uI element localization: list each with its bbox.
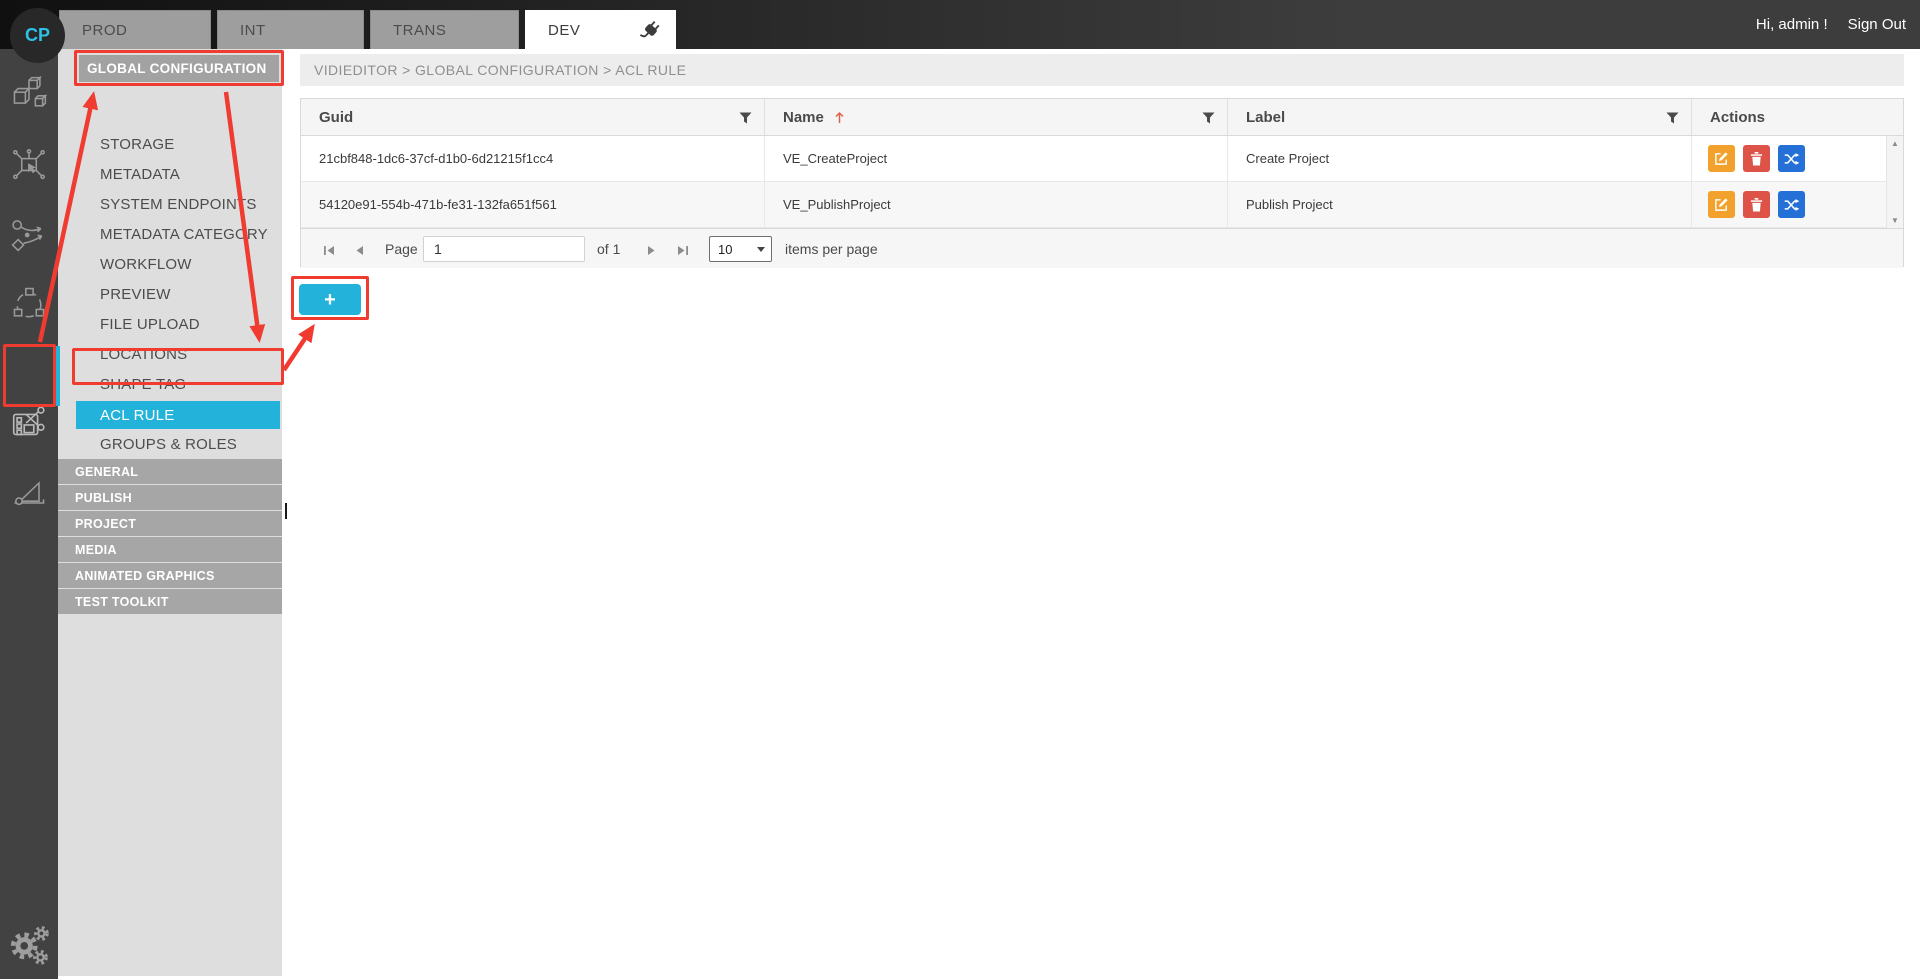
next-page-button[interactable] <box>647 243 657 261</box>
cell-actions <box>1692 182 1888 228</box>
column-label: Actions <box>1710 109 1765 126</box>
env-tab-dev[interactable]: DEV <box>525 10 676 49</box>
editor-icon[interactable] <box>7 402 51 446</box>
tab-label: PROD <box>82 22 127 39</box>
text-cursor-artifact <box>285 503 287 519</box>
sign-out-link[interactable]: Sign Out <box>1848 16 1906 33</box>
column-label: Guid <box>319 109 353 126</box>
first-page-button[interactable] <box>323 243 335 261</box>
edit-button[interactable] <box>1708 191 1735 218</box>
nav-item-locations[interactable]: LOCATIONS <box>100 343 187 365</box>
plug-icon <box>639 20 661 46</box>
env-tab-prod[interactable]: PROD <box>59 10 211 49</box>
workflow-icon[interactable] <box>7 213 51 257</box>
page-number-input[interactable] <box>423 236 585 262</box>
nav-item-metadata[interactable]: METADATA <box>100 163 180 185</box>
sort-asc-icon <box>834 111 845 124</box>
cell-guid: 54120e91-554b-471b-fe31-132fa651f561 <box>301 182 765 228</box>
nav-item-groups-roles[interactable]: GROUPS & ROLES <box>100 433 237 455</box>
shuffle-button[interactable] <box>1778 191 1805 218</box>
active-icon-indicator <box>55 346 60 406</box>
filter-icon[interactable] <box>739 111 752 128</box>
integration-icon[interactable] <box>7 143 51 187</box>
nav-item-workflow[interactable]: WORKFLOW <box>100 253 192 275</box>
page-size-value: 10 <box>718 242 732 257</box>
nav-item-storage[interactable]: STORAGE <box>100 133 174 155</box>
cell-name: VE_PublishProject <box>765 182 1228 228</box>
cell-label: Create Project <box>1228 136 1692 182</box>
delete-button[interactable] <box>1743 191 1770 218</box>
page-of-label: of 1 <box>597 241 620 257</box>
nav-header-global-configuration[interactable]: GLOBAL CONFIGURATION <box>79 55 279 82</box>
nav-item-metadata-category[interactable]: METADATA CATEGORY <box>100 223 268 245</box>
add-acl-rule-button[interactable]: + <box>299 284 361 315</box>
column-label: Label <box>1246 109 1285 126</box>
icon-sidebar <box>0 49 58 979</box>
settings-gears-icon[interactable] <box>7 921 51 965</box>
column-header-name[interactable]: Name <box>765 99 1228 135</box>
test-tools-icon[interactable] <box>7 471 51 515</box>
avatar[interactable]: CP <box>10 8 65 63</box>
breadcrumb: VIDIEDITOR > GLOBAL CONFIGURATION > ACL … <box>300 54 1904 86</box>
cell-label: Publish Project <box>1228 182 1692 228</box>
filter-icon[interactable] <box>1202 111 1215 128</box>
nav-section-publish[interactable]: PUBLISH <box>58 485 282 510</box>
env-tab-trans[interactable]: TRANS <box>370 10 519 49</box>
nav-section-animated-graphics[interactable]: ANIMATED GRAPHICS <box>58 563 282 588</box>
items-per-page-label: items per page <box>785 241 878 257</box>
cell-actions <box>1692 136 1888 182</box>
modules-icon[interactable] <box>7 72 51 116</box>
table-row[interactable]: 21cbf848-1dc6-37cf-d1b0-6d21215f1cc4 VE_… <box>301 136 1888 182</box>
column-header-actions: Actions <box>1692 99 1903 135</box>
table-header-row: Guid Name Label <box>301 99 1903 136</box>
nav-item-system-endpoints[interactable]: SYSTEM ENDPOINTS <box>100 193 257 215</box>
nav-panel: GLOBAL CONFIGURATION STORAGE METADATA SY… <box>58 49 282 976</box>
user-greeting: Hi, admin ! <box>1756 16 1828 33</box>
cell-name: VE_CreateProject <box>765 136 1228 182</box>
column-label: Name <box>783 109 824 126</box>
app-root: PROD INT TRANS DEV Hi, admin ! Sign Out … <box>0 0 1920 979</box>
nav-section-test-toolkit[interactable]: TEST TOOLKIT <box>58 589 282 614</box>
table-scrollbar[interactable]: ▲ ▼ <box>1886 136 1903 228</box>
nav-item-acl-rule[interactable]: ACL RULE <box>76 401 280 429</box>
nav-section-general[interactable]: GENERAL <box>58 459 282 484</box>
chevron-down-icon <box>757 247 765 252</box>
nav-section-media[interactable]: MEDIA <box>58 537 282 562</box>
scroll-down-icon[interactable]: ▼ <box>1887 216 1903 225</box>
tab-label: INT <box>240 22 266 39</box>
table-row[interactable]: 54120e91-554b-471b-fe31-132fa651f561 VE_… <box>301 182 1888 228</box>
tab-label: TRANS <box>393 22 446 39</box>
column-header-label[interactable]: Label <box>1228 99 1692 135</box>
nav-item-file-upload[interactable]: FILE UPLOAD <box>100 313 200 335</box>
top-bar: PROD INT TRANS DEV Hi, admin ! Sign Out <box>0 0 1920 49</box>
env-tab-int[interactable]: INT <box>217 10 364 49</box>
pager: Page of 1 10 items per page <box>301 228 1903 268</box>
column-header-guid[interactable]: Guid <box>301 99 765 135</box>
edit-button[interactable] <box>1708 145 1735 172</box>
cell-guid: 21cbf848-1dc6-37cf-d1b0-6d21215f1cc4 <box>301 136 765 182</box>
nav-item-preview[interactable]: PREVIEW <box>100 283 171 305</box>
previous-page-button[interactable] <box>354 243 364 261</box>
delete-button[interactable] <box>1743 145 1770 172</box>
nav-item-shape-tag[interactable]: SHAPE TAG <box>100 373 186 395</box>
nav-section-project[interactable]: PROJECT <box>58 511 282 536</box>
shuffle-button[interactable] <box>1778 145 1805 172</box>
filter-icon[interactable] <box>1666 111 1679 128</box>
last-page-button[interactable] <box>677 243 689 261</box>
page-label: Page <box>385 241 418 257</box>
acl-rules-table: Guid Name Label <box>300 98 1904 267</box>
cycle-icon[interactable] <box>7 282 51 326</box>
page-size-select[interactable]: 10 <box>709 236 772 262</box>
tab-label: DEV <box>548 22 580 39</box>
scroll-up-icon[interactable]: ▲ <box>1887 139 1903 148</box>
